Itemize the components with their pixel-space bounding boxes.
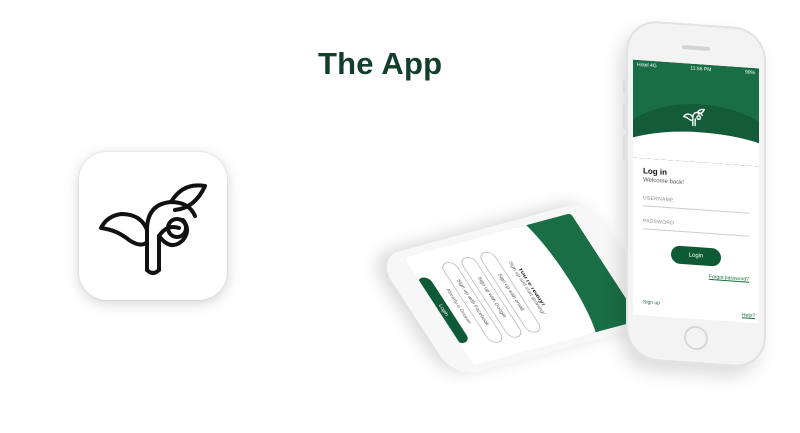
leaf-p-logo-icon — [683, 108, 705, 127]
login-phone-mockup: Hotel 4G 11:56 PM 90% Log in Welcome bac… — [623, 19, 766, 369]
login-button[interactable]: Login — [671, 245, 721, 267]
status-battery: 90% — [744, 69, 755, 77]
volume-up-button — [623, 102, 626, 130]
signup-phone-screen: You're ready! Sign up and start growing!… — [404, 213, 641, 365]
leaf-p-logo-icon — [99, 183, 207, 275]
phone-speaker — [682, 45, 710, 51]
home-button[interactable] — [684, 325, 708, 351]
signup-link[interactable]: Sign up — [643, 299, 749, 312]
help-link[interactable]: Help? — [742, 312, 755, 319]
password-field[interactable]: PASSWORD — [643, 214, 749, 237]
app-icon-tile[interactable] — [79, 152, 227, 300]
mute-switch — [623, 78, 626, 94]
login-phone-screen: Hotel 4G 11:56 PM 90% Log in Welcome bac… — [633, 59, 759, 324]
signup-phone-body: You're ready! Sign up and start growing!… — [376, 200, 669, 379]
page-title: The App — [318, 46, 443, 81]
signup-phone-mockup: You're ready! Sign up and start growing!… — [340, 180, 669, 379]
status-carrier: Hotel 4G — [637, 61, 657, 70]
username-field[interactable]: USERNAME — [643, 191, 749, 214]
volume-down-button — [623, 134, 626, 162]
status-time: 11:56 PM — [690, 65, 712, 74]
forgot-password-link[interactable]: Forgot password? — [643, 269, 749, 283]
